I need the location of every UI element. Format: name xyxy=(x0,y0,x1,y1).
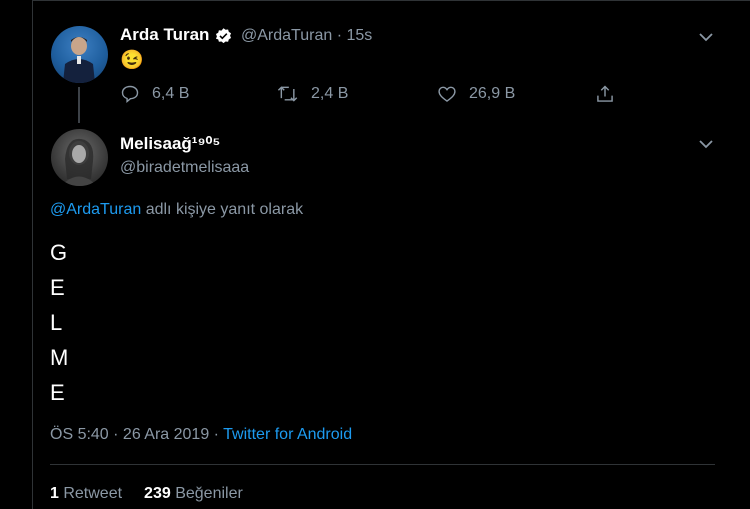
time-separator: · xyxy=(332,27,347,44)
like-count: 26,9 B xyxy=(469,85,516,102)
retweets-count: 1 xyxy=(50,485,59,502)
verified-badge-icon xyxy=(215,28,232,44)
replying-to-suffix: adlı kişiye yanıt olarak xyxy=(141,201,304,218)
likes-stat[interactable]: 239 Beğeniler xyxy=(144,485,243,502)
avatar[interactable] xyxy=(51,26,108,83)
share-button[interactable] xyxy=(595,84,627,104)
tweet-content: 😉 xyxy=(120,50,144,71)
retweet-count: 2,4 B xyxy=(311,85,349,102)
chevron-down-icon[interactable] xyxy=(698,136,714,152)
engagement-stats: 1 Retweet 239 Beğeniler xyxy=(50,485,243,503)
reply-button[interactable]: 6,4 B xyxy=(120,84,189,104)
reply-text-line: L xyxy=(50,310,63,335)
author-handle-line: @ArdaTuran · 15s xyxy=(241,27,372,45)
reply-text-line: M xyxy=(50,345,69,370)
retweet-button[interactable]: 2,4 B xyxy=(277,84,348,104)
chevron-down-icon[interactable] xyxy=(698,29,714,45)
reply-text-line: E xyxy=(50,380,65,405)
reply-author-handle[interactable]: @biradetmelisaaa xyxy=(120,159,249,177)
retweets-label: Retweet xyxy=(58,485,123,502)
tweet-client-link[interactable]: Twitter for Android xyxy=(223,426,352,443)
likes-label: Beğeniler xyxy=(170,485,243,502)
reply-icon xyxy=(121,85,139,104)
retweet-icon xyxy=(277,86,298,102)
replying-to-mention[interactable]: @ArdaTuran xyxy=(50,201,141,218)
like-icon xyxy=(438,86,456,102)
author-name[interactable]: Arda Turan xyxy=(120,25,209,45)
tweet-meta: ÖS 5:40 · 26 Ara 2019 · Twitter for Andr… xyxy=(50,426,352,444)
reply-author-name[interactable]: Melisaağ¹⁹⁰⁵ xyxy=(120,134,220,154)
likes-count: 239 xyxy=(144,485,171,502)
avatar[interactable] xyxy=(51,129,108,186)
reply-text-line: E xyxy=(50,275,65,300)
share-icon xyxy=(597,85,613,102)
author-handle[interactable]: @ArdaTuran xyxy=(241,27,332,44)
tweet-timestamp[interactable]: ÖS 5:40 · 26 Ara 2019 · xyxy=(50,426,223,443)
retweets-stat[interactable]: 1 Retweet xyxy=(50,485,122,502)
like-button[interactable]: 26,9 B xyxy=(437,84,515,104)
reply-text-line: G xyxy=(50,240,68,265)
divider xyxy=(50,464,715,465)
replying-to: @ArdaTuran adlı kişiye yanıt olarak xyxy=(50,201,303,219)
reply-count: 6,4 B xyxy=(152,85,190,102)
tweet-time[interactable]: 15s xyxy=(346,27,372,44)
thread-line xyxy=(78,87,80,123)
